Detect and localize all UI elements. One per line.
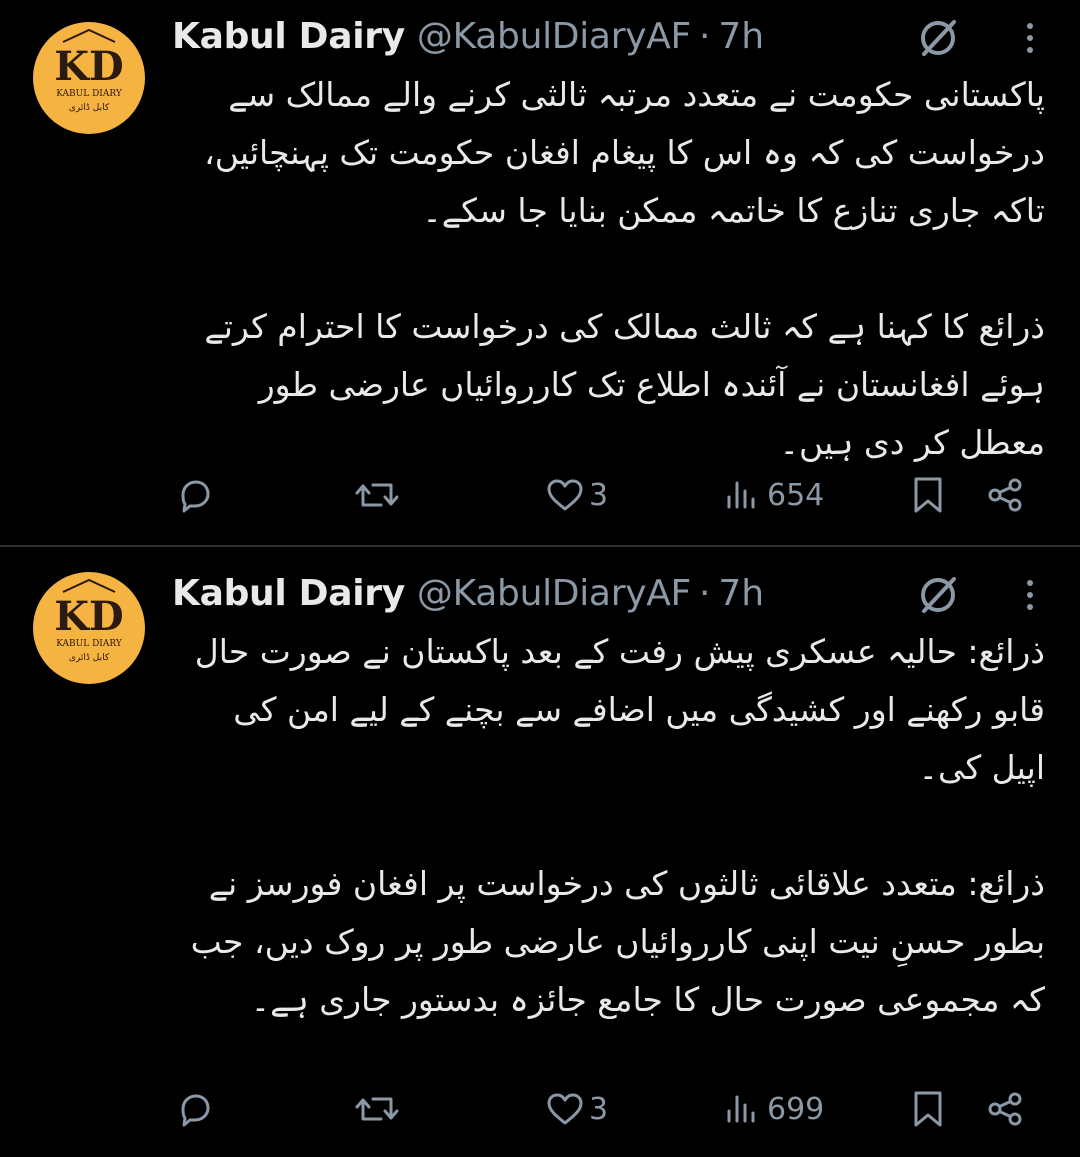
like-icon bbox=[547, 1093, 583, 1125]
views-button[interactable]: 699 bbox=[723, 1084, 824, 1134]
share-icon bbox=[988, 1092, 1022, 1126]
tweet-paragraph: ذرائع: حالیہ عسکری پیش رفت کے بعد پاکستا… bbox=[194, 632, 1045, 787]
like-count: 3 bbox=[589, 477, 609, 513]
tweet-paragraph: پاکستانی حکومت نے متعدد مرتبہ ثالثی کرنے… bbox=[204, 75, 1045, 230]
author-name[interactable]: Kabul Dairy bbox=[172, 573, 405, 614]
reply-button[interactable] bbox=[175, 1084, 219, 1134]
action-bar: 3 699 bbox=[165, 1084, 1040, 1134]
svg-text:KABUL DIARY: KABUL DIARY bbox=[56, 639, 123, 649]
tweet[interactable]: KD KABUL DIARY کابل ڈائری Kabul Dairy @K… bbox=[0, 547, 1080, 1157]
views-icon bbox=[727, 1095, 755, 1123]
view-count: 654 bbox=[767, 477, 825, 513]
like-button[interactable]: 3 bbox=[545, 1084, 608, 1134]
bookmark-button[interactable] bbox=[910, 1084, 946, 1134]
views-button[interactable]: 654 bbox=[723, 470, 824, 520]
separator-dot: · bbox=[698, 15, 711, 57]
view-count: 699 bbox=[767, 1091, 825, 1127]
repost-button[interactable] bbox=[355, 470, 403, 520]
grok-icon[interactable] bbox=[916, 573, 960, 617]
tweet[interactable]: KD KABUL DIARY کابل ڈائری Kabul Dairy @K… bbox=[0, 0, 1080, 545]
like-count: 3 bbox=[589, 1091, 609, 1127]
tweet-text: ذرائع: حالیہ عسکری پیش رفت کے بعد پاکستا… bbox=[170, 623, 1045, 1029]
author-handle[interactable]: @KabulDiaryAF bbox=[417, 16, 691, 57]
svg-text:KD: KD bbox=[54, 43, 123, 90]
share-button[interactable] bbox=[985, 1084, 1025, 1134]
like-icon bbox=[547, 479, 583, 511]
tweet-header: Kabul Dairy @KabulDiaryAF · 7h bbox=[172, 569, 1030, 617]
grok-icon[interactable] bbox=[916, 16, 960, 60]
bookmark-icon bbox=[914, 1091, 942, 1127]
svg-text:KABUL DIARY: KABUL DIARY bbox=[56, 89, 123, 99]
views-icon bbox=[727, 481, 755, 509]
tweet-paragraph: ذرائع: متعدد علاقائی ثالثوں کی درخواست پ… bbox=[190, 864, 1045, 1019]
reply-icon bbox=[181, 480, 210, 513]
tweet-text: پاکستانی حکومت نے متعدد مرتبہ ثالثی کرنے… bbox=[170, 66, 1045, 472]
repost-icon bbox=[355, 483, 399, 507]
separator-dot: · bbox=[698, 572, 711, 614]
svg-text:کابل ڈائری: کابل ڈائری bbox=[69, 653, 110, 663]
kabul-diary-logo: KD KABUL DIARY کابل ڈائری bbox=[54, 578, 124, 663]
tweet-paragraph: ذرائع کا کہنا ہے کہ ثالث ممالک کی درخواس… bbox=[204, 307, 1045, 462]
svg-text:کابل ڈائری: کابل ڈائری bbox=[69, 103, 110, 113]
avatar[interactable]: KD KABUL DIARY کابل ڈائری bbox=[33, 22, 145, 134]
reply-button[interactable] bbox=[175, 470, 219, 520]
action-bar: 3 654 bbox=[165, 470, 1040, 520]
share-button[interactable] bbox=[985, 470, 1025, 520]
share-icon bbox=[988, 478, 1022, 512]
timestamp[interactable]: 7h bbox=[718, 16, 764, 57]
repost-button[interactable] bbox=[355, 1084, 403, 1134]
more-icon[interactable] bbox=[1020, 575, 1040, 615]
timestamp[interactable]: 7h bbox=[718, 573, 764, 614]
repost-icon bbox=[355, 1097, 399, 1121]
kabul-diary-logo: KD KABUL DIARY کابل ڈائری bbox=[54, 28, 124, 113]
bookmark-button[interactable] bbox=[910, 470, 946, 520]
like-button[interactable]: 3 bbox=[545, 470, 608, 520]
tweet-header: Kabul Dairy @KabulDiaryAF · 7h bbox=[172, 12, 1030, 60]
avatar[interactable]: KD KABUL DIARY کابل ڈائری bbox=[33, 572, 145, 684]
more-icon[interactable] bbox=[1020, 18, 1040, 58]
bookmark-icon bbox=[914, 477, 942, 513]
author-name[interactable]: Kabul Dairy bbox=[172, 16, 405, 57]
author-handle[interactable]: @KabulDiaryAF bbox=[417, 573, 691, 614]
reply-icon bbox=[181, 1094, 210, 1127]
svg-text:KD: KD bbox=[54, 593, 123, 640]
